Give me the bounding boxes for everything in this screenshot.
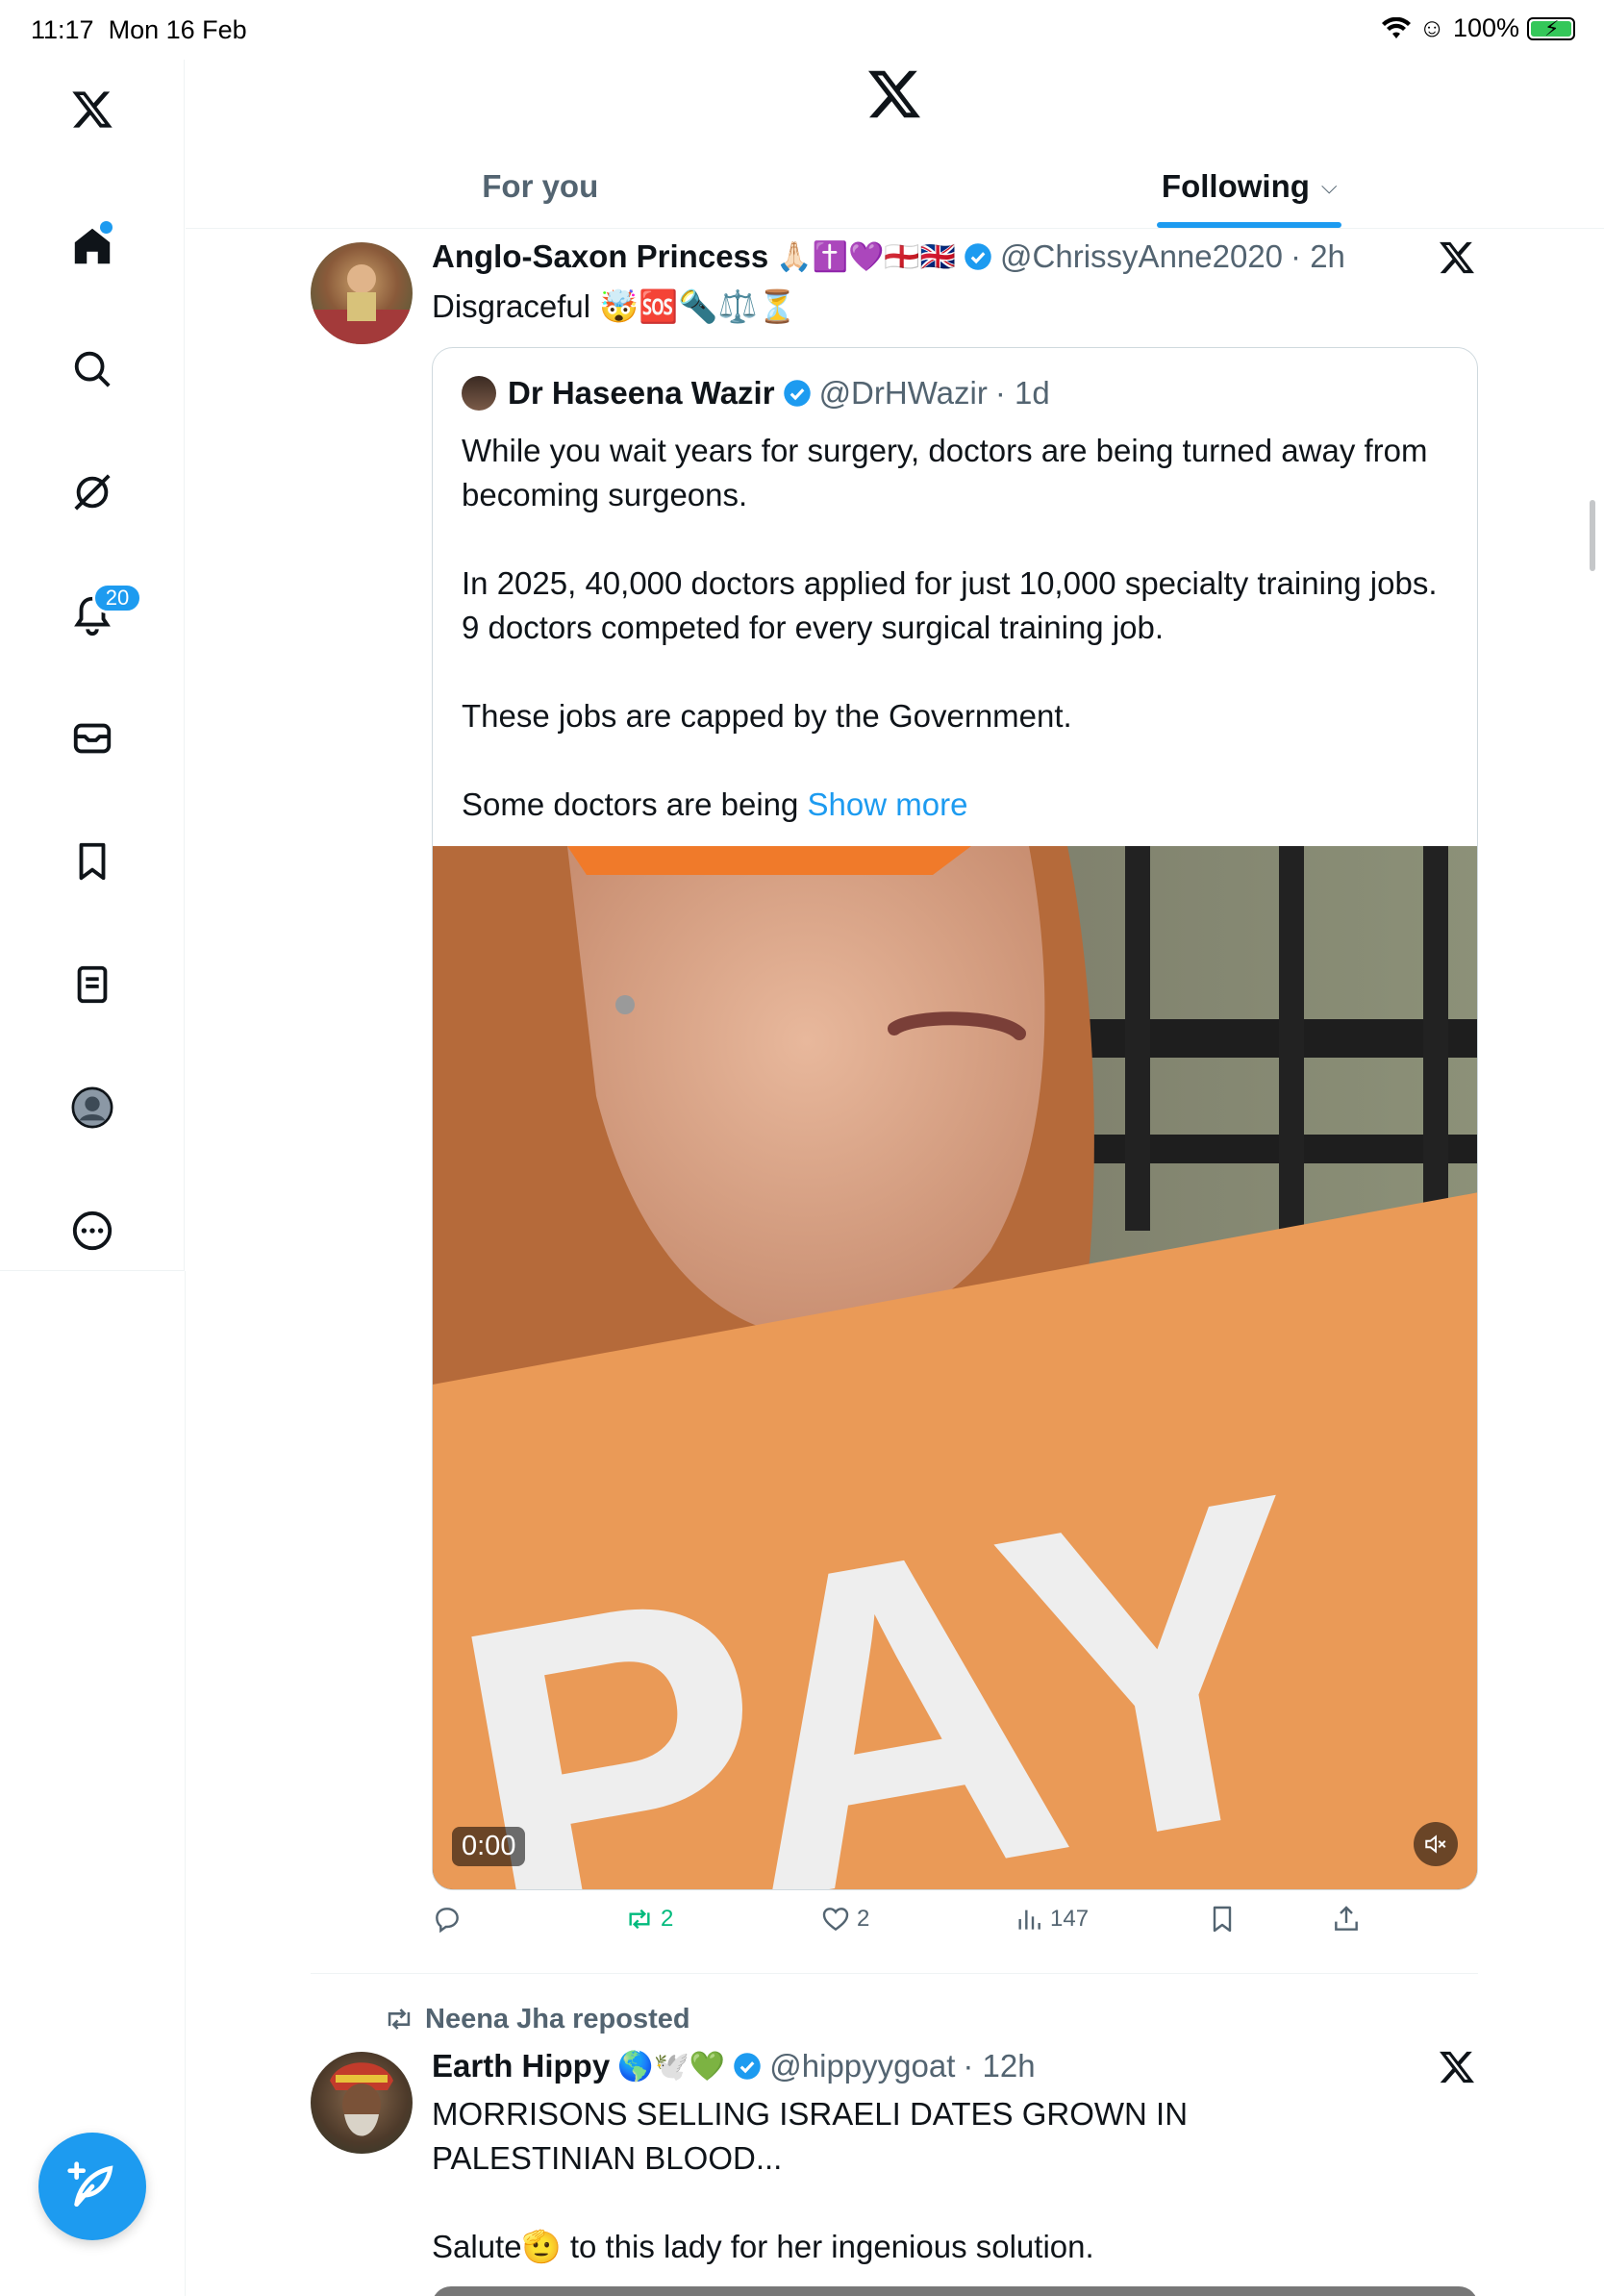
sidebar-item-lists[interactable] (63, 956, 121, 1013)
sidebar-item-notifications[interactable]: 20 (63, 583, 142, 644)
verified-badge-icon (734, 2053, 762, 2080)
tweet-time[interactable]: · 12h (963, 2048, 1035, 2084)
grok-x-icon[interactable] (1438, 2048, 1476, 2086)
author-name-emojis: 🙏🏻✝️💜🏴󠁧󠁢󠁥󠁮󠁧󠁿🇬🇧 (776, 240, 957, 273)
like-button[interactable]: 2 (820, 1904, 869, 1934)
repost-by-text: Neena Jha reposted (425, 2003, 690, 2034)
views-chart-icon (1018, 1909, 1040, 1930)
timeline-tabs: For you Following ⌵ (186, 144, 1604, 229)
battery-percent: 100% (1452, 13, 1519, 42)
bookmark-icon (79, 842, 106, 881)
like-count: 2 (857, 1906, 870, 1932)
notifications-badge: 20 (92, 583, 142, 613)
quote-avatar (462, 376, 496, 411)
author-handle[interactable]: @ChrissyAnne2020 (1000, 238, 1283, 275)
sidebar-item-more[interactable] (63, 1202, 121, 1260)
active-tab-indicator (1157, 222, 1342, 228)
quote-truncated-text: Some doctors are being (462, 786, 799, 822)
sidebar-item-profile[interactable] (63, 1079, 121, 1136)
share-button[interactable] (1331, 1904, 1362, 1934)
views-button[interactable]: 147 (1014, 1904, 1089, 1934)
bookmark-button[interactable] (1207, 1904, 1238, 1934)
quote-paragraph: These jobs are capped by the Government. (462, 698, 1072, 734)
quote-paragraph: While you wait years for surgery, doctor… (462, 433, 1428, 512)
wifi-icon (1382, 16, 1412, 38)
smiley-icon: ☺ (1418, 13, 1445, 42)
video-player[interactable]: PAY 0:00 (433, 846, 1477, 1889)
avatar[interactable] (311, 242, 413, 344)
scrollbar[interactable] (1590, 500, 1595, 571)
tweet-text: Disgraceful 🤯🆘🔦⚖️⏳ (432, 288, 797, 324)
status-bar: 11:17 Mon 16 Feb ☺ 100% ⚡ (0, 0, 1604, 60)
grok-icon (74, 474, 111, 511)
home-unread-dot (100, 221, 113, 234)
quoted-tweet[interactable]: Dr Haseena Wazir @DrHWazir · 1d While yo… (432, 347, 1478, 1890)
tweet-time[interactable]: · 2h (1291, 238, 1345, 275)
sidebar-item-bookmarks[interactable] (63, 833, 121, 890)
tab-following[interactable]: Following ⌵ (895, 144, 1604, 228)
quote-paragraph: In 2025, 40,000 doctors applied for just… (462, 565, 1438, 645)
speaker-muted-icon (1425, 1834, 1446, 1854)
status-time: 11:17 Mon 16 Feb (31, 15, 247, 44)
battery-icon: ⚡ (1527, 16, 1575, 40)
sidebar-item-grok[interactable] (63, 463, 121, 521)
compose-button[interactable] (38, 2133, 146, 2240)
show-more-link[interactable]: Show more (808, 786, 968, 822)
x-logo-icon[interactable] (63, 81, 121, 138)
avatar[interactable] (311, 2052, 413, 2154)
quote-author-handle: @DrHWazir (818, 375, 988, 411)
grok-x-icon[interactable] (1438, 238, 1476, 277)
more-icon (72, 1210, 113, 1251)
tweet-text: Salute🫡 to this lady for her ingenious s… (432, 2229, 1094, 2264)
mail-icon (73, 723, 112, 754)
tweet-author-line: Anglo-Saxon Princess 🙏🏻✝️💜🏴󠁧󠁢󠁥󠁮󠁧󠁿🇬🇧 @Chr… (432, 238, 1345, 275)
repost-count: 2 (661, 1906, 674, 1932)
tweet-actions: 2 2 147 (432, 1904, 1393, 1952)
repost-context[interactable]: Neena Jha reposted (383, 2003, 690, 2035)
author-name[interactable]: Anglo-Saxon Princess (432, 238, 768, 275)
chevron-down-icon: ⌵ (1320, 173, 1338, 198)
verified-badge-icon (783, 380, 811, 407)
tweet-text: MORRISONS SELLING ISRAELI DATES GROWN IN… (432, 2096, 1189, 2176)
heart-icon (822, 1908, 849, 1932)
video-frame: PAY (433, 846, 1477, 1889)
bookmark-icon (1213, 1906, 1232, 1933)
list-icon (77, 965, 108, 1004)
author-name-emojis: 🌎🕊️💚 (617, 2050, 726, 2083)
sidebar-item-home[interactable] (63, 217, 121, 275)
sidebar-item-explore[interactable] (63, 340, 121, 398)
tweet-author-line: Earth Hippy 🌎🕊️💚 @hippyygoat · 12h (432, 2048, 1036, 2084)
quote-author-name: Dr Haseena Wazir (508, 375, 775, 411)
tab-for-you[interactable]: For you (186, 144, 895, 228)
sidebar-item-messages[interactable] (63, 710, 121, 767)
quote-author-line: Dr Haseena Wazir @DrHWazir · 1d (462, 375, 1050, 412)
mute-button[interactable] (1414, 1822, 1458, 1866)
author-handle[interactable]: @hippyygoat (769, 2048, 955, 2084)
share-icon (1335, 1906, 1358, 1931)
tweet-media[interactable] (432, 2286, 1478, 2296)
compose-feather-icon (67, 2161, 113, 2207)
header-x-logo-icon[interactable] (864, 65, 925, 123)
author-name[interactable]: Earth Hippy (432, 2048, 610, 2084)
search-icon (74, 351, 111, 387)
sidebar: 20 (0, 60, 185, 1271)
profile-icon (71, 1086, 113, 1129)
tweet-divider (311, 1973, 1478, 1974)
reply-icon (436, 1908, 459, 1934)
video-timecode: 0:00 (452, 1827, 526, 1866)
repost-icon (629, 1909, 650, 1930)
repost-button[interactable]: 2 (624, 1904, 673, 1934)
quote-time: · 1d (994, 375, 1050, 411)
reply-button[interactable] (432, 1904, 463, 1934)
view-count: 147 (1050, 1906, 1090, 1932)
quote-text: While you wait years for surgery, doctor… (462, 429, 1452, 827)
status-indicators: ☺ 100% ⚡ (1382, 13, 1575, 43)
verified-badge-icon (965, 243, 991, 270)
repost-icon (388, 2009, 411, 2030)
sidebar-divider (185, 1271, 186, 2296)
